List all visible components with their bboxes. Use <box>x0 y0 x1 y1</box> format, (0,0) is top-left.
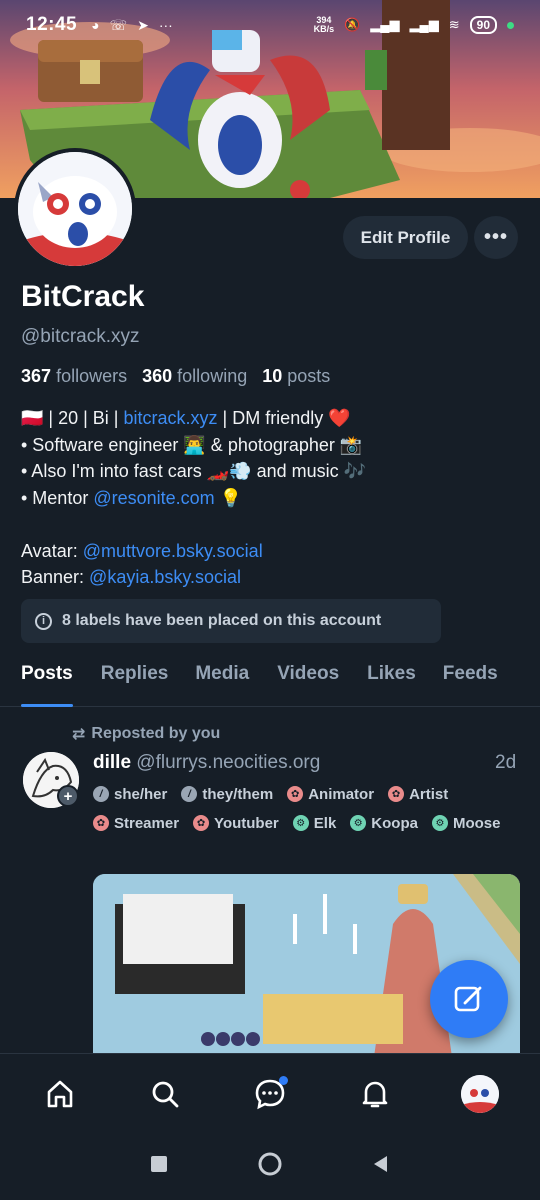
posts-stat: 10 posts <box>262 366 331 386</box>
bio-link-mentor[interactable]: @resonite.com <box>93 488 214 508</box>
search-icon <box>152 1081 179 1107</box>
author-label-chip[interactable]: ⚙ Moose <box>431 813 501 833</box>
author-label-chip[interactable]: ⚙ Elk <box>292 813 337 833</box>
info-icon: i <box>35 612 52 630</box>
mute-icon: 🔕 <box>344 17 361 32</box>
labels-notice-text: 8 labels have been placed on this accoun… <box>62 612 382 629</box>
square-icon <box>151 1156 167 1172</box>
home-system-button[interactable] <box>256 1150 284 1183</box>
labels-notice[interactable]: i 8 labels have been placed on this acco… <box>21 599 441 643</box>
author-label-chip[interactable]: ⚙ Koopa <box>350 813 418 833</box>
more-notifications-icon: ··· <box>158 17 173 33</box>
bio-link-avatar-credit[interactable]: @muttvore.bsky.social <box>83 541 263 561</box>
nav-home[interactable] <box>30 1064 90 1124</box>
author-label-text: Moose <box>452 814 501 832</box>
role-label-icon: ✿ <box>193 815 210 831</box>
nav-notifications[interactable] <box>345 1064 405 1124</box>
author-label-chip[interactable]: / they/them <box>181 784 273 804</box>
nav-chat[interactable] <box>240 1064 300 1124</box>
circle-icon <box>258 1152 282 1176</box>
chat-unread-dot <box>278 1075 288 1085</box>
status-notification-icons: ◕ ☏ ➤ ··· <box>91 17 173 34</box>
tab-posts[interactable]: Posts <box>21 655 73 707</box>
post-author-name: dille <box>93 752 132 773</box>
post-header[interactable]: dille @flurrys.neocities.org <box>93 752 320 774</box>
nav-profile[interactable] <box>450 1064 510 1124</box>
discord-icon: ◕ <box>91 17 100 33</box>
species-label-icon: ⚙ <box>431 815 448 831</box>
author-label-chip[interactable]: ✿ Streamer <box>93 813 179 833</box>
author-label-text: Youtuber <box>214 814 279 832</box>
followers-stat[interactable]: 367 followers <box>21 366 127 386</box>
author-label-text: they/them <box>202 785 274 803</box>
status-time: 12:45 <box>26 14 78 35</box>
profile-tabs: Posts Replies Media Videos Likes Feeds <box>0 655 540 707</box>
author-label-text: Animator <box>308 785 375 803</box>
bottom-navigation <box>0 1053 540 1133</box>
profile-bio: 🇵🇱 | 20 | Bi | bitcrack.xyz | DM friendl… <box>21 408 367 587</box>
signal-icon-2: ▂▄▆ <box>409 17 439 32</box>
repost-indicator[interactable]: ⇄ Reposted by you <box>72 724 220 744</box>
call-icon: ☏ <box>109 16 128 33</box>
bell-icon <box>362 1081 388 1107</box>
tab-media[interactable]: Media <box>195 655 249 707</box>
role-label-icon: ✿ <box>287 786 304 802</box>
pronoun-icon: / <box>93 786 109 802</box>
role-label-icon: ✿ <box>388 786 405 802</box>
author-label-text: Koopa <box>371 814 418 832</box>
species-label-icon: ⚙ <box>350 815 367 831</box>
author-label-text: Artist <box>409 785 449 803</box>
author-label-chip[interactable]: ✿ Artist <box>388 784 448 804</box>
battery-indicator: 90 <box>469 16 497 34</box>
tab-feeds[interactable]: Feeds <box>443 655 498 707</box>
profile-display-name: BitCrack <box>21 280 145 313</box>
more-options-button[interactable]: ••• <box>474 216 518 259</box>
system-navigation <box>0 1133 540 1200</box>
following-stat[interactable]: 360 following <box>142 366 247 386</box>
author-label-text: Elk <box>313 814 337 832</box>
edit-profile-button[interactable]: Edit Profile <box>343 216 468 259</box>
privacy-dot <box>507 21 514 29</box>
recents-button[interactable] <box>148 1153 170 1180</box>
post-author-handle: @flurrys.neocities.org <box>136 752 321 773</box>
tab-videos[interactable]: Videos <box>277 655 339 707</box>
tab-replies[interactable]: Replies <box>101 655 169 707</box>
species-label-icon: ⚙ <box>292 815 309 831</box>
post-timestamp: 2d <box>495 752 517 773</box>
nav-search[interactable] <box>135 1064 195 1124</box>
author-label-text: Streamer <box>114 814 180 832</box>
role-label-icon: ✿ <box>93 815 109 831</box>
repost-icon: ⇄ <box>72 726 86 743</box>
bio-link-website[interactable]: bitcrack.xyz <box>123 408 217 428</box>
author-label-text: she/her <box>114 785 168 803</box>
status-bar: 12:45 ◕ ☏ ➤ ··· 394 KB/s 🔕 ▂▄▆ ▂▄▆ ≋ 90 <box>0 0 540 50</box>
wifi-icon: ≋ <box>448 17 460 32</box>
profile-avatar[interactable] <box>14 148 136 270</box>
back-button[interactable] <box>370 1153 392 1180</box>
follow-author-button[interactable]: + <box>57 785 79 807</box>
telegram-icon: ➤ <box>137 16 149 33</box>
post-author-labels: / she/her / they/them ✿ Animator ✿ Artist ✿ Strea… <box>93 784 523 833</box>
author-label-chip[interactable]: / she/her <box>93 784 167 804</box>
network-speed: 394 KB/s <box>313 15 335 34</box>
profile-stats: 367 followers 360 following 10 posts <box>21 366 330 387</box>
author-label-chip[interactable]: ✿ Animator <box>287 784 374 804</box>
home-icon <box>48 1080 73 1107</box>
signal-icon: ▂▄▆ <box>370 17 400 32</box>
pronoun-icon: / <box>181 786 198 802</box>
back-triangle-icon <box>374 1156 387 1172</box>
bio-link-banner-credit[interactable]: @kayia.bsky.social <box>89 567 241 587</box>
profile-avatar-small <box>460 1074 499 1113</box>
profile-handle: @bitcrack.xyz <box>21 326 140 347</box>
author-label-chip[interactable]: ✿ Youtuber <box>193 813 279 833</box>
tab-likes[interactable]: Likes <box>367 655 416 707</box>
compose-icon <box>454 986 482 1012</box>
compose-post-button[interactable] <box>430 960 508 1038</box>
